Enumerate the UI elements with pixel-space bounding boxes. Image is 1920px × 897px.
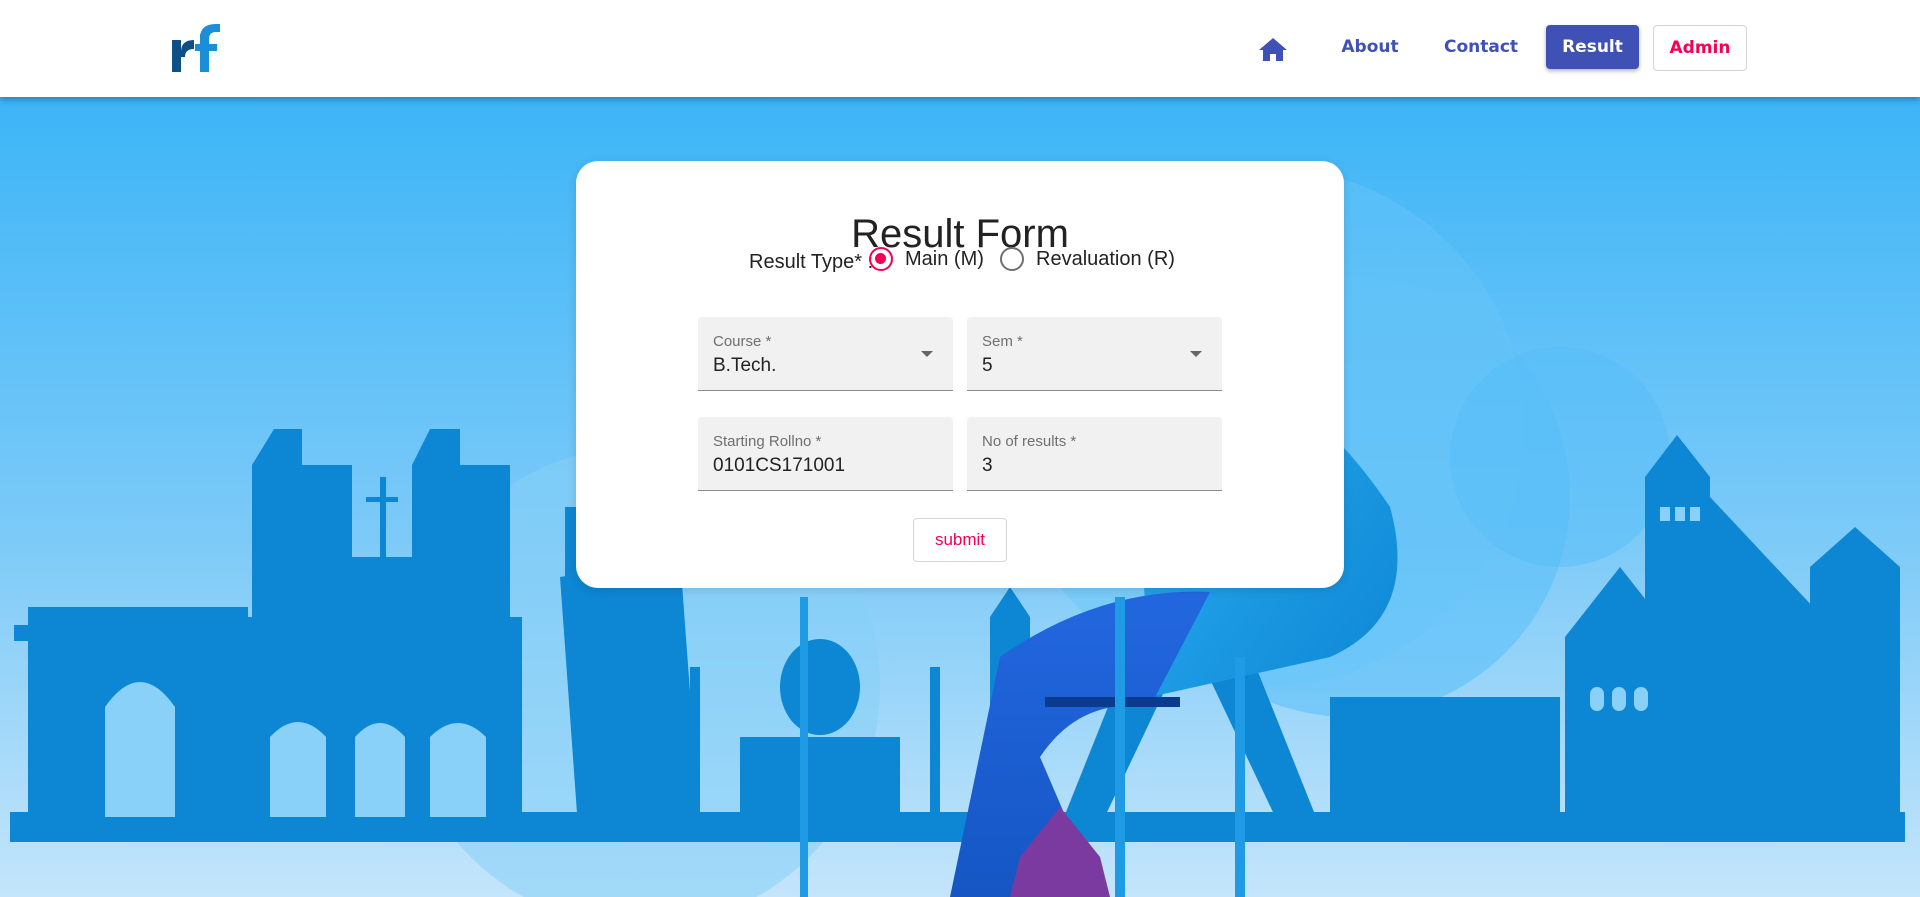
result-type-label: Result Type* : [749, 251, 874, 273]
course-select[interactable]: Course * B.Tech. [698, 317, 953, 391]
dropdown-arrow-icon [1190, 351, 1202, 357]
radio-main[interactable] [869, 247, 893, 271]
result-form-card: Result Form Result Type* : Main (M) Reva… [576, 161, 1344, 588]
no-of-results-value: 3 [982, 455, 993, 476]
navbar: About Contact Result Admin [0, 0, 1920, 97]
nav-admin-button[interactable]: Admin [1653, 25, 1747, 71]
nav-result-button[interactable]: Result [1546, 25, 1639, 69]
submit-button[interactable]: submit [913, 518, 1007, 562]
course-value: B.Tech. [713, 355, 777, 376]
sem-label: Sem * [982, 333, 1023, 350]
radio-revaluation[interactable] [1000, 247, 1024, 271]
rf-logo[interactable] [170, 22, 226, 74]
nav-contact-link[interactable]: Contact [1440, 24, 1522, 70]
radio-main-label[interactable]: Main (M) [905, 248, 984, 271]
sem-value: 5 [982, 355, 993, 376]
course-label: Course * [713, 333, 772, 350]
dropdown-arrow-icon [921, 351, 933, 357]
radio-revaluation-label[interactable]: Revaluation (R) [1036, 248, 1175, 271]
starting-rollno-label: Starting Rollno * [713, 433, 822, 450]
starting-rollno-value: 0101CS171001 [713, 455, 846, 476]
starting-rollno-input[interactable]: Starting Rollno * 0101CS171001 [698, 417, 953, 491]
no-of-results-label: No of results * [982, 433, 1077, 450]
no-of-results-input[interactable]: No of results * 3 [967, 417, 1222, 491]
sem-select[interactable]: Sem * 5 [967, 317, 1222, 391]
nav-about-link[interactable]: About [1332, 24, 1408, 70]
home-icon[interactable] [1254, 33, 1292, 65]
